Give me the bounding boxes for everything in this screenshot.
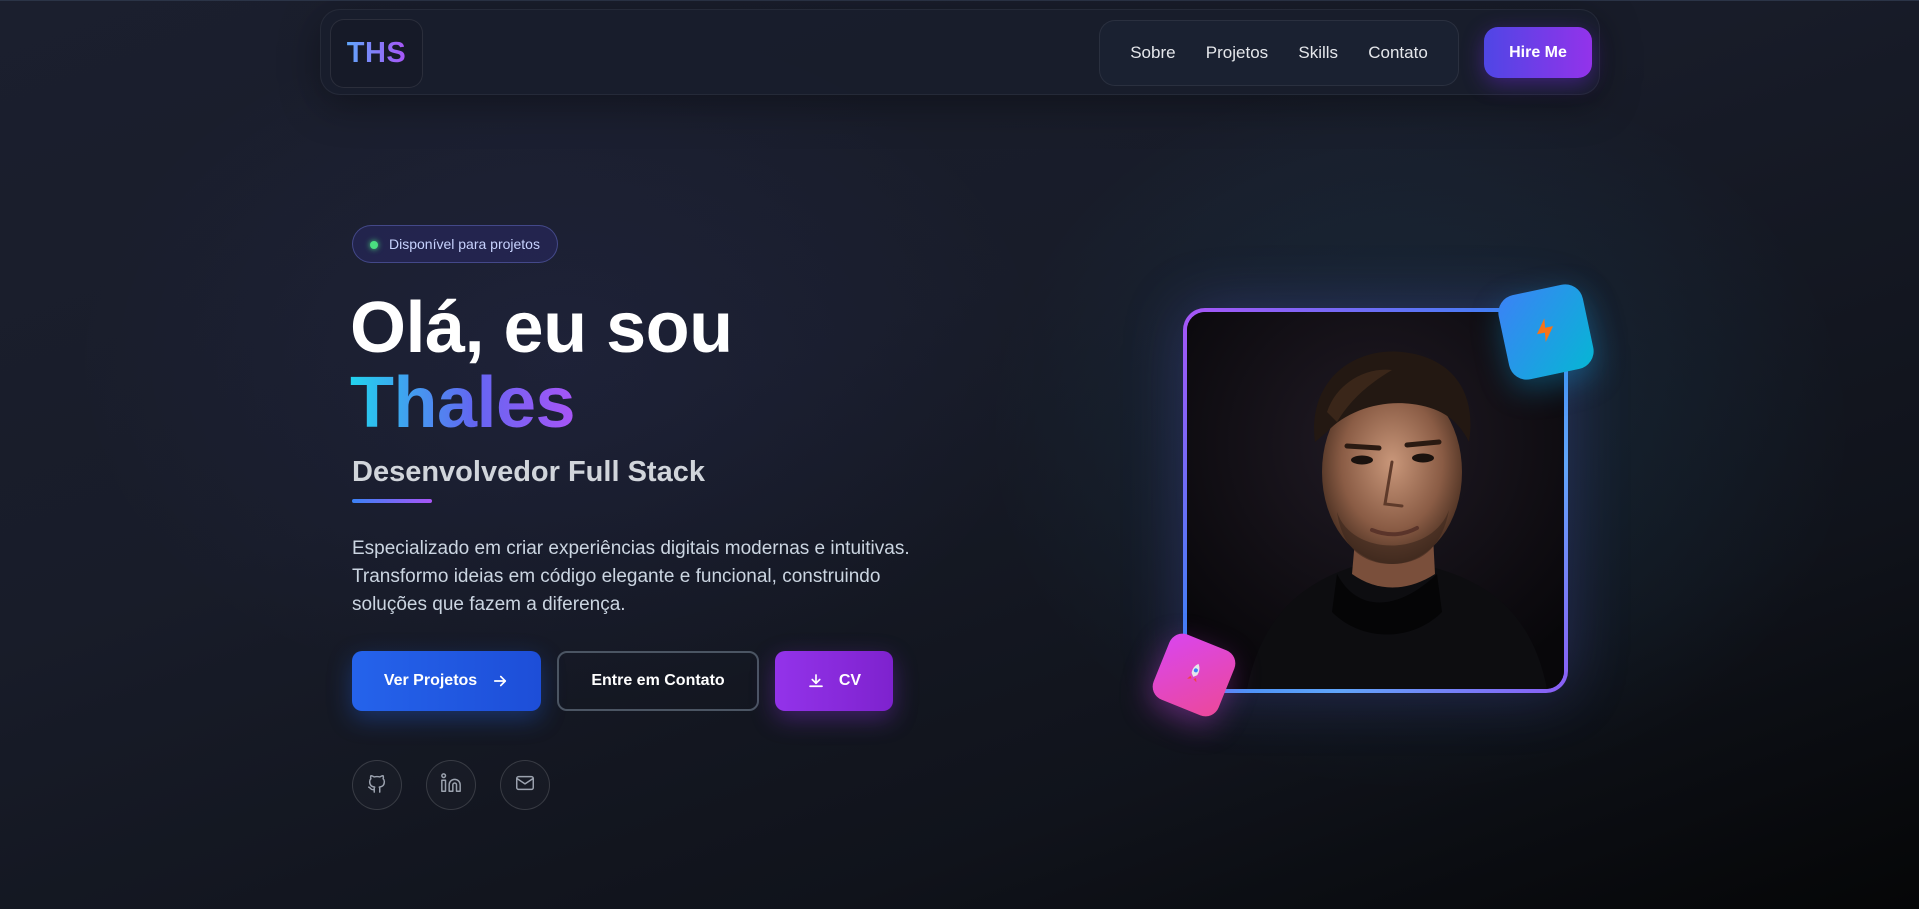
nav-link-projetos[interactable]: Projetos	[1206, 43, 1268, 63]
logo[interactable]: THS	[330, 19, 423, 88]
nav-link-skills[interactable]: Skills	[1298, 43, 1338, 63]
status-dot	[370, 241, 378, 249]
github-link[interactable]	[352, 760, 402, 810]
linkedin-icon	[440, 772, 462, 799]
floating-badge-lightning	[1494, 280, 1598, 384]
logo-text: THS	[346, 37, 407, 69]
navbar: THS Sobre Projetos Skills Contato Hire M…	[320, 9, 1600, 95]
arrow-right-icon	[491, 672, 509, 690]
hero-description: Especializado em criar experiências digi…	[352, 538, 910, 615]
profile-photo	[1187, 312, 1564, 689]
hero-name: Thales	[350, 363, 576, 443]
contact-button[interactable]: Entre em Contato	[557, 651, 759, 711]
view-projects-label: Ver Projetos	[383, 672, 478, 689]
download-cv-button[interactable]: CV	[775, 651, 893, 711]
top-border	[0, 0, 1919, 1]
hero-greeting: Olá, eu sou	[350, 288, 733, 368]
nav-link-contato[interactable]: Contato	[1368, 43, 1428, 63]
cv-label: CV	[838, 672, 862, 689]
linkedin-link[interactable]	[426, 760, 476, 810]
rocket-icon	[1177, 657, 1210, 693]
download-icon	[807, 672, 825, 690]
mail-icon	[514, 772, 536, 799]
email-link[interactable]	[500, 760, 550, 810]
hire-me-button[interactable]: Hire Me	[1484, 27, 1592, 78]
contact-label: Entre em Contato	[591, 672, 725, 689]
lightning-icon	[1529, 313, 1563, 351]
nav-link-sobre[interactable]: Sobre	[1130, 43, 1175, 63]
availability-badge: Disponível para projetos	[352, 225, 558, 263]
nav-links: Sobre Projetos Skills Contato	[1099, 20, 1459, 86]
hero-role: Desenvolvedor Full Stack	[352, 456, 705, 488]
github-icon	[366, 772, 388, 799]
view-projects-button[interactable]: Ver Projetos	[352, 651, 541, 711]
availability-text: Disponível para projetos	[389, 236, 540, 252]
role-underline	[352, 499, 432, 503]
